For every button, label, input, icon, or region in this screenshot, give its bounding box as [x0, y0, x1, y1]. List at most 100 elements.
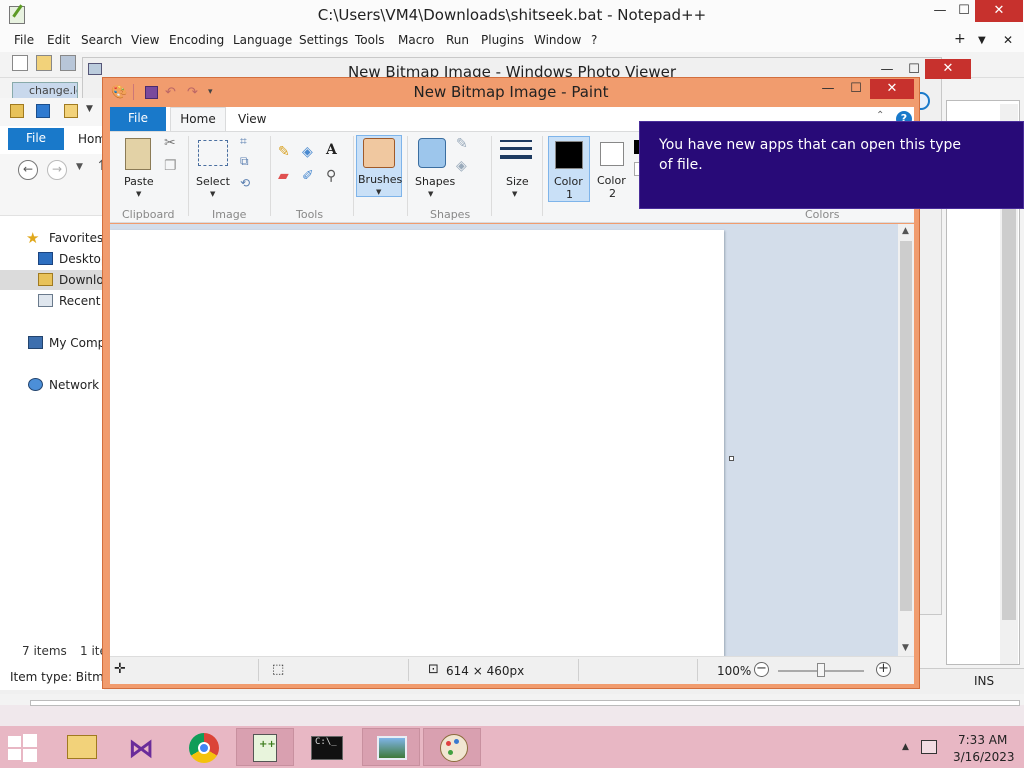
taskbar-file-explorer[interactable] — [53, 728, 111, 766]
save-file-icon[interactable] — [60, 55, 76, 71]
menu-language[interactable]: Language — [233, 33, 292, 47]
paste-label[interactable]: Paste — [124, 175, 154, 188]
start-button[interactable] — [8, 734, 38, 762]
show-hidden-icons-icon[interactable]: ▲ — [902, 742, 909, 752]
outline-icon[interactable]: ✎ — [456, 136, 468, 152]
nav-recent-places[interactable]: Recent p — [0, 291, 104, 311]
paint-close-button[interactable]: ✕ — [870, 79, 914, 99]
downloads-icon — [38, 273, 53, 286]
menu-plugins[interactable]: Plugins — [481, 33, 524, 47]
notepadpp-menubar: File Edit Search View Encoding Language … — [0, 30, 1024, 52]
notepadpp-titlebar[interactable]: C:\Users\VM4\Downloads\shitseek.bat - No… — [0, 0, 1024, 30]
menu-encoding[interactable]: Encoding — [169, 33, 224, 47]
fill-icon[interactable]: ◈ — [302, 144, 313, 160]
fill-style-icon[interactable]: ◈ — [456, 158, 467, 174]
minimize-ribbon-icon[interactable]: ⌃ — [876, 110, 884, 121]
color-picker-icon[interactable]: ✐ — [302, 168, 314, 184]
paint-view-tab[interactable]: View — [238, 112, 266, 126]
network-status-icon[interactable] — [921, 740, 937, 754]
color2-swatch — [600, 142, 624, 166]
menu-search[interactable]: Search — [81, 33, 122, 47]
scroll-up-icon[interactable]: ▲ — [902, 226, 909, 236]
copy-icon[interactable]: ❐ — [164, 158, 177, 174]
explorer-file-tab[interactable]: File — [8, 128, 64, 150]
taskbar-photo-viewer[interactable] — [362, 728, 420, 766]
menu-help[interactable]: ? — [591, 33, 597, 47]
color1-button[interactable]: Color 1 — [548, 136, 590, 202]
nav-network[interactable]: Network — [0, 375, 104, 395]
color2-button[interactable]: Color 2 — [592, 136, 632, 202]
scroll-down-icon[interactable]: ▼ — [902, 643, 909, 653]
notepadpp-horizontal-scrollbar[interactable] — [30, 700, 1020, 706]
new-apps-notification[interactable]: You have new apps that can open this typ… — [639, 121, 1024, 209]
paint-titlebar[interactable]: 🎨 ↶ ↷ ▾ New Bitmap Image - Paint — ☐ ✕ — [103, 78, 919, 106]
pencil-icon[interactable]: ✎ — [278, 144, 290, 160]
color1-number: 1 — [566, 188, 573, 201]
paint-maximize-button[interactable]: ☐ — [843, 78, 869, 102]
size-icon[interactable] — [500, 140, 532, 142]
photo-viewer-icon — [377, 736, 407, 760]
menu-macro[interactable]: Macro — [398, 33, 434, 47]
shapes-icon[interactable] — [418, 138, 446, 168]
menu-file[interactable]: File — [14, 33, 34, 47]
clock-date[interactable]: 3/16/2023 — [953, 750, 1015, 764]
nav-favorites[interactable]: ★ Favorites — [0, 228, 104, 248]
new-tab-plus-icon[interactable]: + — [954, 31, 966, 47]
shapes-label[interactable]: Shapes — [415, 175, 455, 188]
paste-dropdown-icon[interactable]: ▼ — [136, 190, 141, 198]
menu-view[interactable]: View — [131, 33, 159, 47]
brushes-button[interactable]: Brushes ▼ — [356, 135, 402, 197]
cut-icon[interactable]: ✂ — [164, 135, 176, 151]
paste-icon[interactable] — [125, 138, 151, 170]
ribbon-separator — [491, 136, 492, 216]
menu-tools[interactable]: Tools — [355, 33, 385, 47]
new-file-icon[interactable] — [12, 55, 28, 71]
zoom-slider-thumb[interactable] — [817, 663, 825, 677]
customize-qat-down-icon[interactable]: ▼ — [86, 104, 93, 114]
select-label[interactable]: Select — [196, 175, 230, 188]
size-dropdown-icon[interactable]: ▼ — [512, 190, 517, 198]
crop-icon[interactable]: ⌗ — [240, 134, 247, 149]
properties-icon[interactable] — [36, 104, 50, 118]
open-file-icon[interactable] — [36, 55, 52, 71]
taskbar-chrome[interactable] — [175, 728, 233, 766]
nav-desktop[interactable]: Desktop — [0, 249, 104, 269]
taskbar-visual-studio[interactable]: ⋈ — [114, 728, 172, 766]
nav-my-computer[interactable]: My Comp — [0, 333, 104, 353]
paint-home-tab[interactable]: Home — [170, 107, 226, 132]
text-icon[interactable]: A — [326, 142, 337, 158]
menu-run[interactable]: Run — [446, 33, 469, 47]
forward-arrow-icon[interactable]: → — [47, 160, 67, 180]
tab-list-down-icon[interactable]: ▼ — [978, 35, 986, 46]
taskbar-command-prompt[interactable]: C:\_ — [297, 728, 355, 766]
clock-time[interactable]: 7:33 AM — [958, 733, 1007, 747]
zoom-in-icon[interactable]: + — [876, 662, 891, 677]
taskbar-notepadpp[interactable]: ++ — [236, 728, 294, 766]
scroll-thumb[interactable] — [900, 241, 912, 611]
select-icon[interactable] — [198, 140, 228, 166]
menu-edit[interactable]: Edit — [47, 33, 70, 47]
paint-minimize-button[interactable]: — — [815, 78, 841, 102]
menu-window[interactable]: Window — [534, 33, 581, 47]
magnifier-icon[interactable]: ⚲ — [326, 168, 336, 184]
select-dropdown-icon[interactable]: ▼ — [210, 190, 215, 198]
paint-file-tab[interactable]: File — [110, 107, 166, 131]
back-arrow-icon[interactable]: ← — [18, 160, 38, 180]
size-label[interactable]: Size — [506, 175, 529, 188]
notepadpp-close-button[interactable]: ✕ — [975, 0, 1023, 22]
eraser-icon[interactable]: ▰ — [278, 168, 289, 184]
canvas-resize-handle[interactable] — [729, 456, 734, 461]
close-tab-icon[interactable]: ✕ — [1003, 33, 1013, 47]
shapes-dropdown-icon[interactable]: ▼ — [428, 190, 433, 198]
drawing-canvas[interactable] — [110, 230, 724, 656]
taskbar-paint[interactable] — [423, 728, 481, 766]
zoom-out-icon[interactable]: − — [754, 662, 769, 677]
menu-settings[interactable]: Settings — [299, 33, 348, 47]
rotate-icon[interactable]: ⟲ — [240, 176, 250, 190]
new-folder-icon[interactable] — [64, 104, 78, 118]
color2-label: Color — [597, 174, 626, 187]
resize-icon[interactable]: ⧉ — [240, 154, 249, 169]
recent-locations-down-icon[interactable]: ▼ — [76, 162, 83, 172]
nav-downloads[interactable]: Downloa — [0, 270, 104, 290]
photo-viewer-close-button[interactable]: ✕ — [925, 59, 971, 79]
